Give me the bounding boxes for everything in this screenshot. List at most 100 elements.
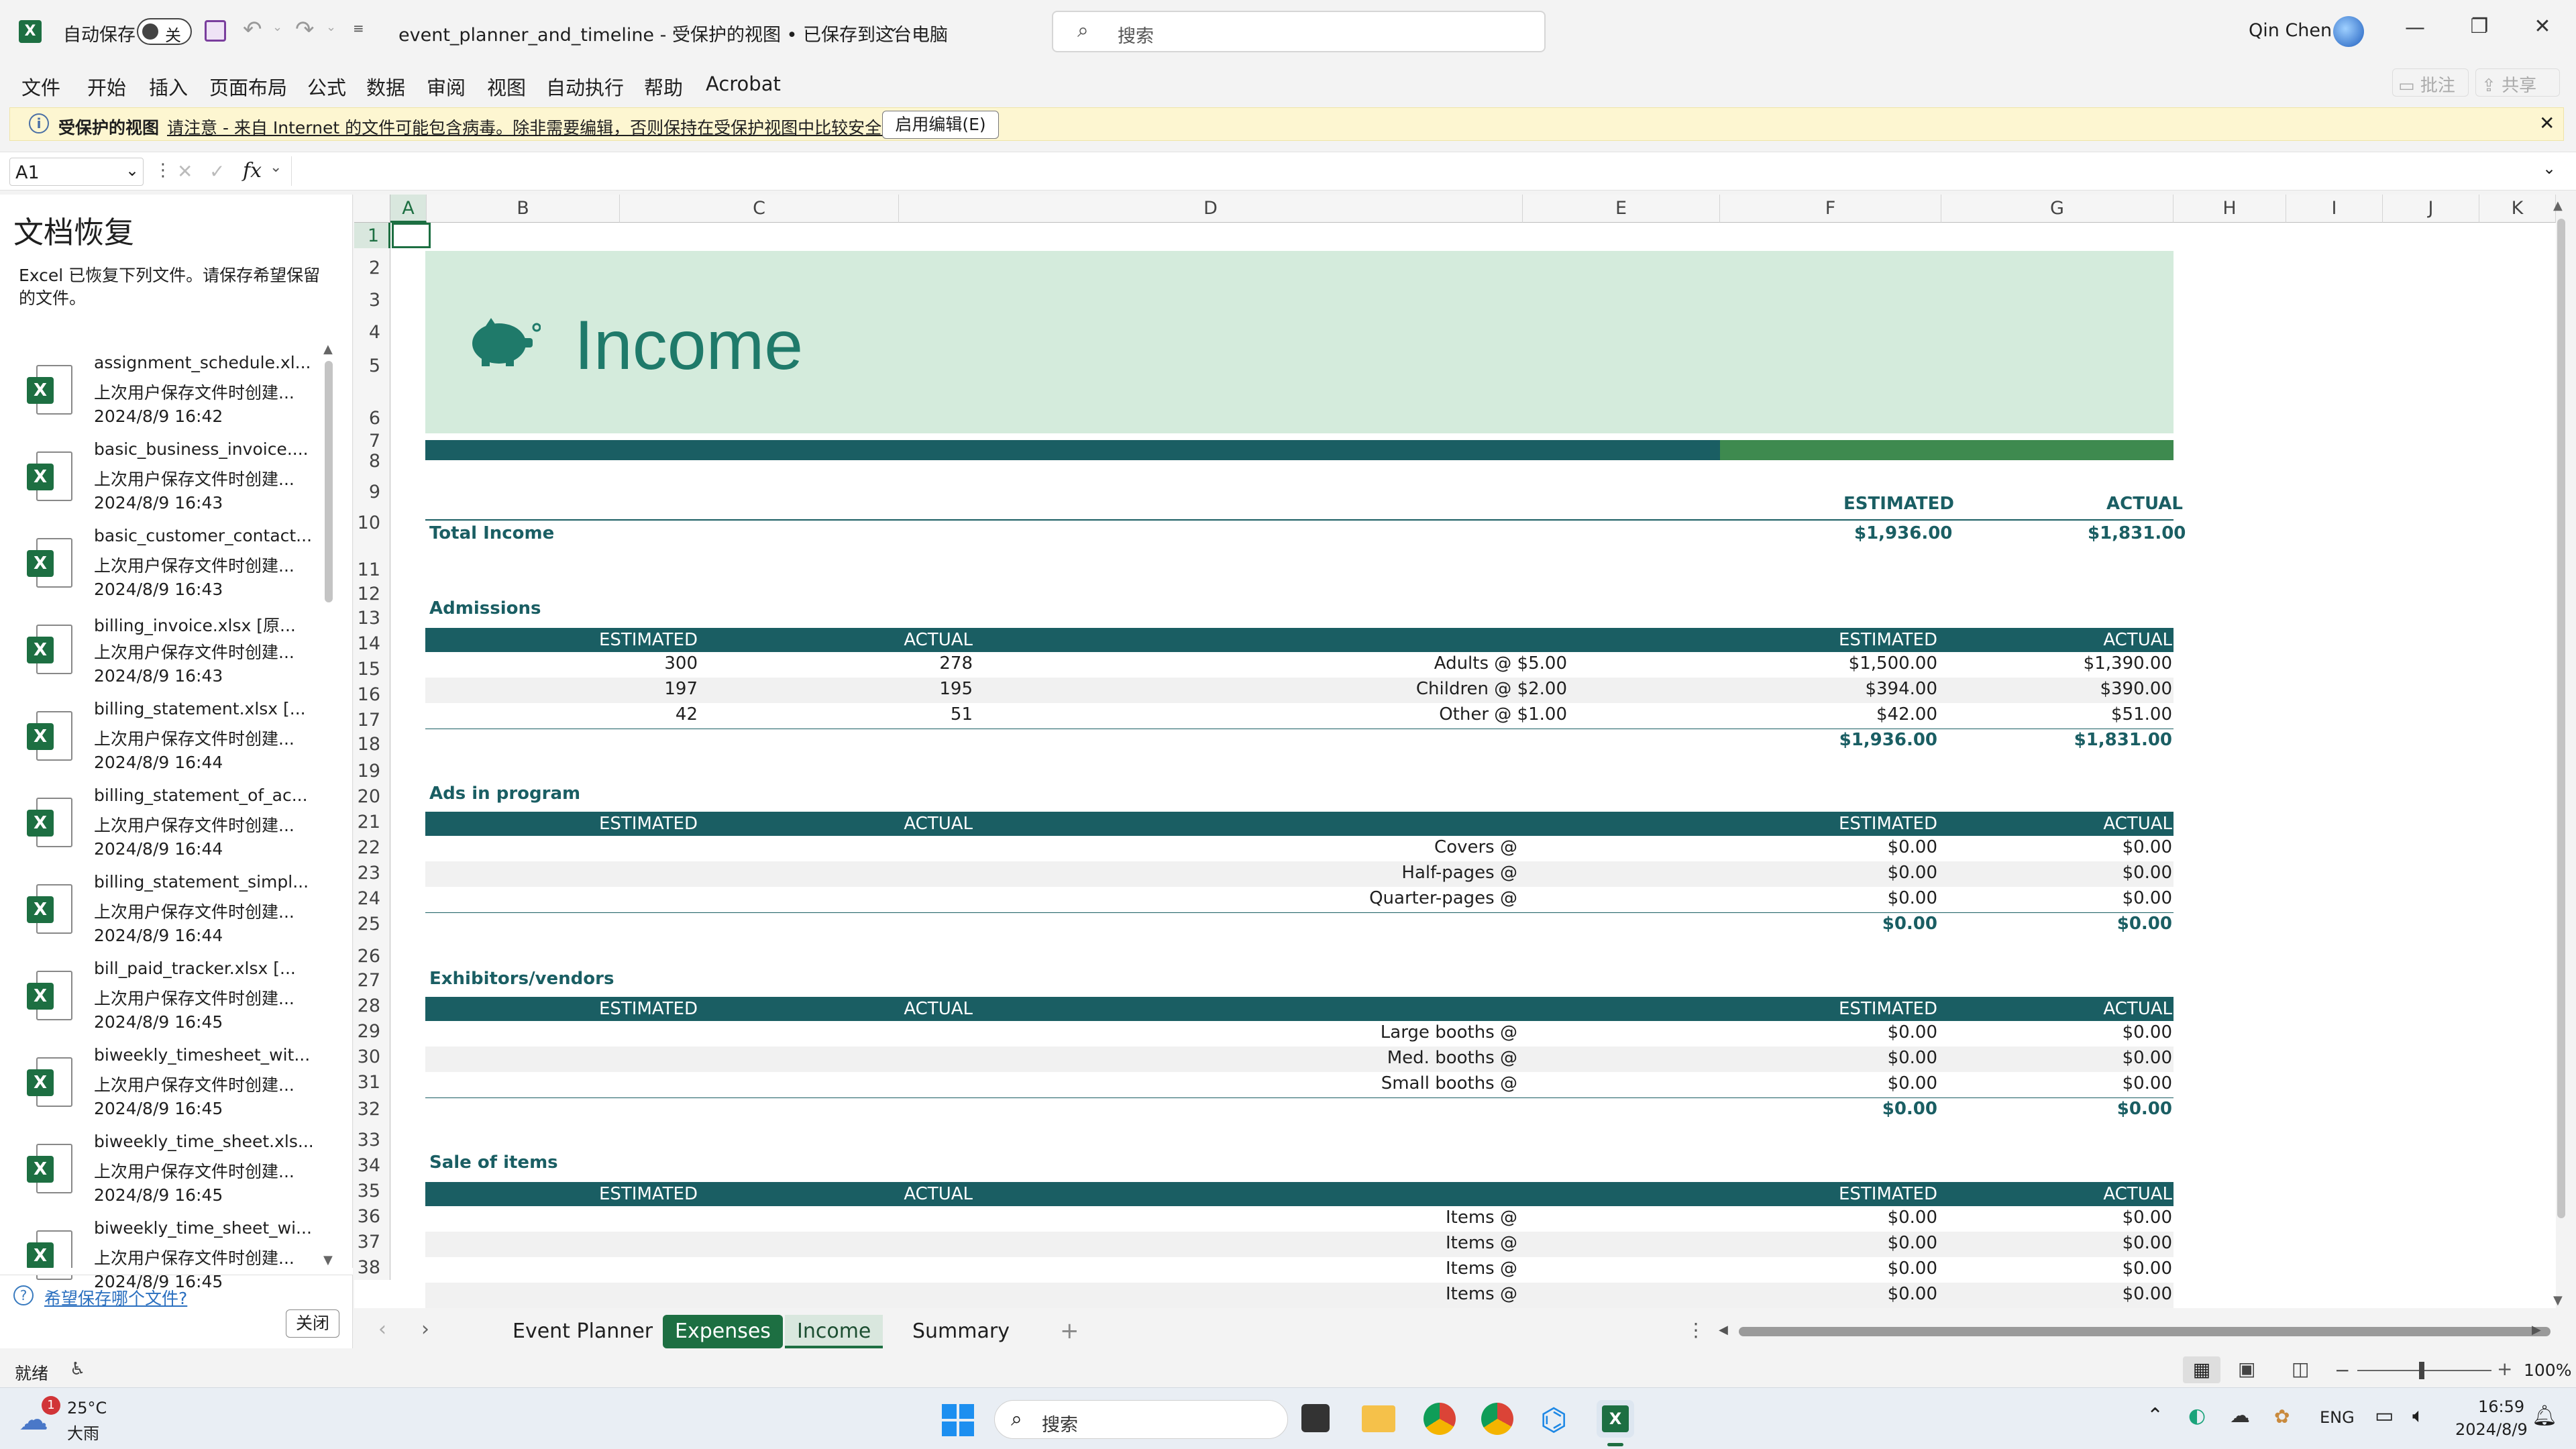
recovery-close-button[interactable]: 关闭 xyxy=(286,1309,339,1338)
onedrive-icon[interactable]: ☁ xyxy=(2230,1404,2250,1428)
tab-summary[interactable]: Summary xyxy=(900,1315,1022,1348)
menu-help[interactable]: 帮助 xyxy=(644,72,683,101)
menu-page-layout[interactable]: 页面布局 xyxy=(209,72,287,101)
recovery-file-item[interactable]: Xbilling_statement.xlsx [... 上次用户保存文件时创建.… xyxy=(0,696,322,783)
row-header[interactable]: 33 xyxy=(354,1122,390,1152)
prev-sheet-icon[interactable]: ‹ xyxy=(378,1318,386,1341)
row-header[interactable]: 4 xyxy=(354,313,390,345)
recovery-file-item[interactable]: Xbill_paid_tracker.xlsx [... 上次用户保存文件时创建.… xyxy=(0,956,322,1042)
horizontal-scrollbar[interactable] xyxy=(1739,1327,2551,1336)
menu-formulas[interactable]: 公式 xyxy=(307,72,346,101)
row-header[interactable]: 7 xyxy=(354,431,390,451)
recovery-file-item[interactable]: Xbiweekly_timesheet_wit... 上次用户保存文件时创建...… xyxy=(0,1042,322,1129)
row-header[interactable]: 34 xyxy=(354,1152,390,1178)
row-header[interactable]: 8 xyxy=(354,447,390,474)
row-header[interactable]: 28 xyxy=(354,993,390,1018)
row-header[interactable]: 30 xyxy=(354,1044,390,1069)
row-header[interactable]: 37 xyxy=(354,1229,390,1254)
zoom-in-icon[interactable]: + xyxy=(2497,1358,2512,1380)
undo-icon[interactable]: ↶ xyxy=(243,16,262,43)
recovery-file-item[interactable]: Xbiweekly_time_sheet.xls... 上次用户保存文件时创建..… xyxy=(0,1129,322,1216)
customize-toolbar-icon[interactable]: ≡ xyxy=(353,20,364,36)
row-header[interactable]: 22 xyxy=(354,835,390,860)
column-header[interactable]: C xyxy=(620,195,899,223)
zoom-slider[interactable] xyxy=(2357,1370,2491,1371)
chrome-profile-icon[interactable] xyxy=(1481,1403,1513,1435)
column-header[interactable]: A xyxy=(390,195,427,223)
row-header[interactable]: 23 xyxy=(354,860,390,885)
row-header[interactable]: 14 xyxy=(354,631,390,656)
redo-icon[interactable]: ↷ xyxy=(295,16,315,43)
excel-taskbar-icon[interactable]: X xyxy=(1597,1400,1634,1438)
volume-icon[interactable]: 🔈︎ xyxy=(2412,1404,2424,1428)
column-header[interactable]: D xyxy=(899,195,1523,223)
row-header[interactable]: 27 xyxy=(354,969,390,993)
input-language[interactable]: ENG xyxy=(2320,1408,2355,1427)
row-header[interactable]: 9 xyxy=(354,474,390,504)
row-header[interactable]: 11 xyxy=(354,535,390,582)
row-header[interactable]: 17 xyxy=(354,707,390,733)
notification-bell-icon[interactable]: 🔔︎ xyxy=(2532,1404,2557,1428)
column-header[interactable]: B xyxy=(427,195,620,223)
save-icon[interactable] xyxy=(205,20,226,42)
row-header[interactable]: 12 xyxy=(354,582,390,606)
row-header[interactable]: 25 xyxy=(354,911,390,936)
row-header[interactable]: 20 xyxy=(354,784,390,809)
tab-options-icon[interactable]: ⋮ xyxy=(1686,1319,1705,1341)
menu-acrobat[interactable]: Acrobat xyxy=(706,72,781,95)
clock-time[interactable]: 16:59 xyxy=(2478,1397,2524,1416)
recovery-file-item[interactable]: Xassignment_schedule.xl... 上次用户保存文件时创建...… xyxy=(0,350,322,437)
network-icon[interactable]: ▭ xyxy=(2375,1404,2394,1428)
row-header[interactable]: 2 xyxy=(354,248,390,280)
accessibility-icon[interactable]: ♿ xyxy=(70,1359,85,1379)
tray-chevron-icon[interactable]: ⌃ xyxy=(2147,1404,2163,1428)
row-header[interactable]: 15 xyxy=(354,656,390,682)
protected-message[interactable]: 请注意 - 来自 Internet 的文件可能包含病毒。除非需要编辑，否则保持在… xyxy=(167,115,898,139)
column-header[interactable]: J xyxy=(2383,195,2479,223)
close-icon[interactable]: ✕ xyxy=(2529,15,2556,38)
column-header[interactable]: E xyxy=(1523,195,1720,223)
row-header[interactable]: 21 xyxy=(354,809,390,835)
recovery-file-item[interactable]: Xbilling_statement_simpl... 上次用户保存文件时创建..… xyxy=(0,869,322,956)
spreadsheet-grid[interactable]: ABCDEFGHIJK 1 2 3 4 5 6 7 8 9 10 11 12 13 14 15 16 17 18 1… xyxy=(354,195,2556,1308)
task-view-icon[interactable] xyxy=(1301,1404,1330,1432)
zoom-out-icon[interactable]: − xyxy=(2334,1359,2350,1381)
column-header[interactable]: F xyxy=(1720,195,1941,223)
zoom-slider-thumb[interactable] xyxy=(2419,1362,2424,1379)
clock-date[interactable]: 2024/8/9 xyxy=(2455,1420,2528,1439)
next-sheet-icon[interactable]: › xyxy=(421,1318,429,1341)
fx-chevron-icon[interactable]: ⌄ xyxy=(270,159,282,176)
search-box[interactable]: ⌕ 搜索 xyxy=(1052,11,1546,52)
enable-editing-button[interactable]: 启用编辑(E) xyxy=(882,111,999,139)
user-name[interactable]: Qin Chen xyxy=(2249,20,2332,41)
hscroll-right-icon[interactable]: ▶ xyxy=(2532,1323,2541,1337)
close-protected-bar-icon[interactable]: ✕ xyxy=(2539,112,2555,134)
recovery-scrollbar[interactable] xyxy=(325,361,333,602)
menu-view[interactable]: 视图 xyxy=(487,72,526,101)
grid-scroll-down-icon[interactable]: ▼ xyxy=(2553,1293,2563,1307)
select-all-corner[interactable] xyxy=(354,195,390,223)
menu-review[interactable]: 审阅 xyxy=(427,72,466,101)
undo-dropdown-icon[interactable]: ⌄ xyxy=(272,20,282,34)
autosave-toggle[interactable]: 关 xyxy=(137,18,192,45)
tab-expenses[interactable]: Expenses xyxy=(663,1315,783,1348)
restore-icon[interactable]: ❐ xyxy=(2466,15,2493,38)
avatar[interactable] xyxy=(2333,16,2364,47)
grid-scroll-up-icon[interactable]: ▲ xyxy=(2553,199,2563,213)
row-header[interactable]: 38 xyxy=(354,1254,390,1280)
column-header[interactable]: H xyxy=(2174,195,2286,223)
tray-pet-icon[interactable]: ✿ xyxy=(2274,1405,2290,1428)
tab-income[interactable]: Income xyxy=(785,1315,883,1348)
vscode-icon[interactable]: ⌬ xyxy=(1540,1401,1567,1438)
chrome-icon[interactable] xyxy=(1424,1403,1456,1435)
row-header[interactable]: 16 xyxy=(354,682,390,707)
row-header[interactable]: 19 xyxy=(354,757,390,784)
recovery-scroll-down-icon[interactable]: ▼ xyxy=(323,1253,333,1267)
row-header[interactable]: 6 xyxy=(354,378,390,431)
selected-cell-a1[interactable] xyxy=(392,223,431,248)
comments-button[interactable]: ▭ 批注 xyxy=(2392,68,2469,97)
zoom-level[interactable]: 100% xyxy=(2524,1360,2571,1380)
recovery-file-item[interactable]: Xbilling_invoice.xlsx [原... 上次用户保存文件时创建..… xyxy=(0,610,322,696)
page-break-view-icon[interactable]: ◫ xyxy=(2292,1358,2309,1380)
column-header[interactable]: G xyxy=(1941,195,2174,223)
